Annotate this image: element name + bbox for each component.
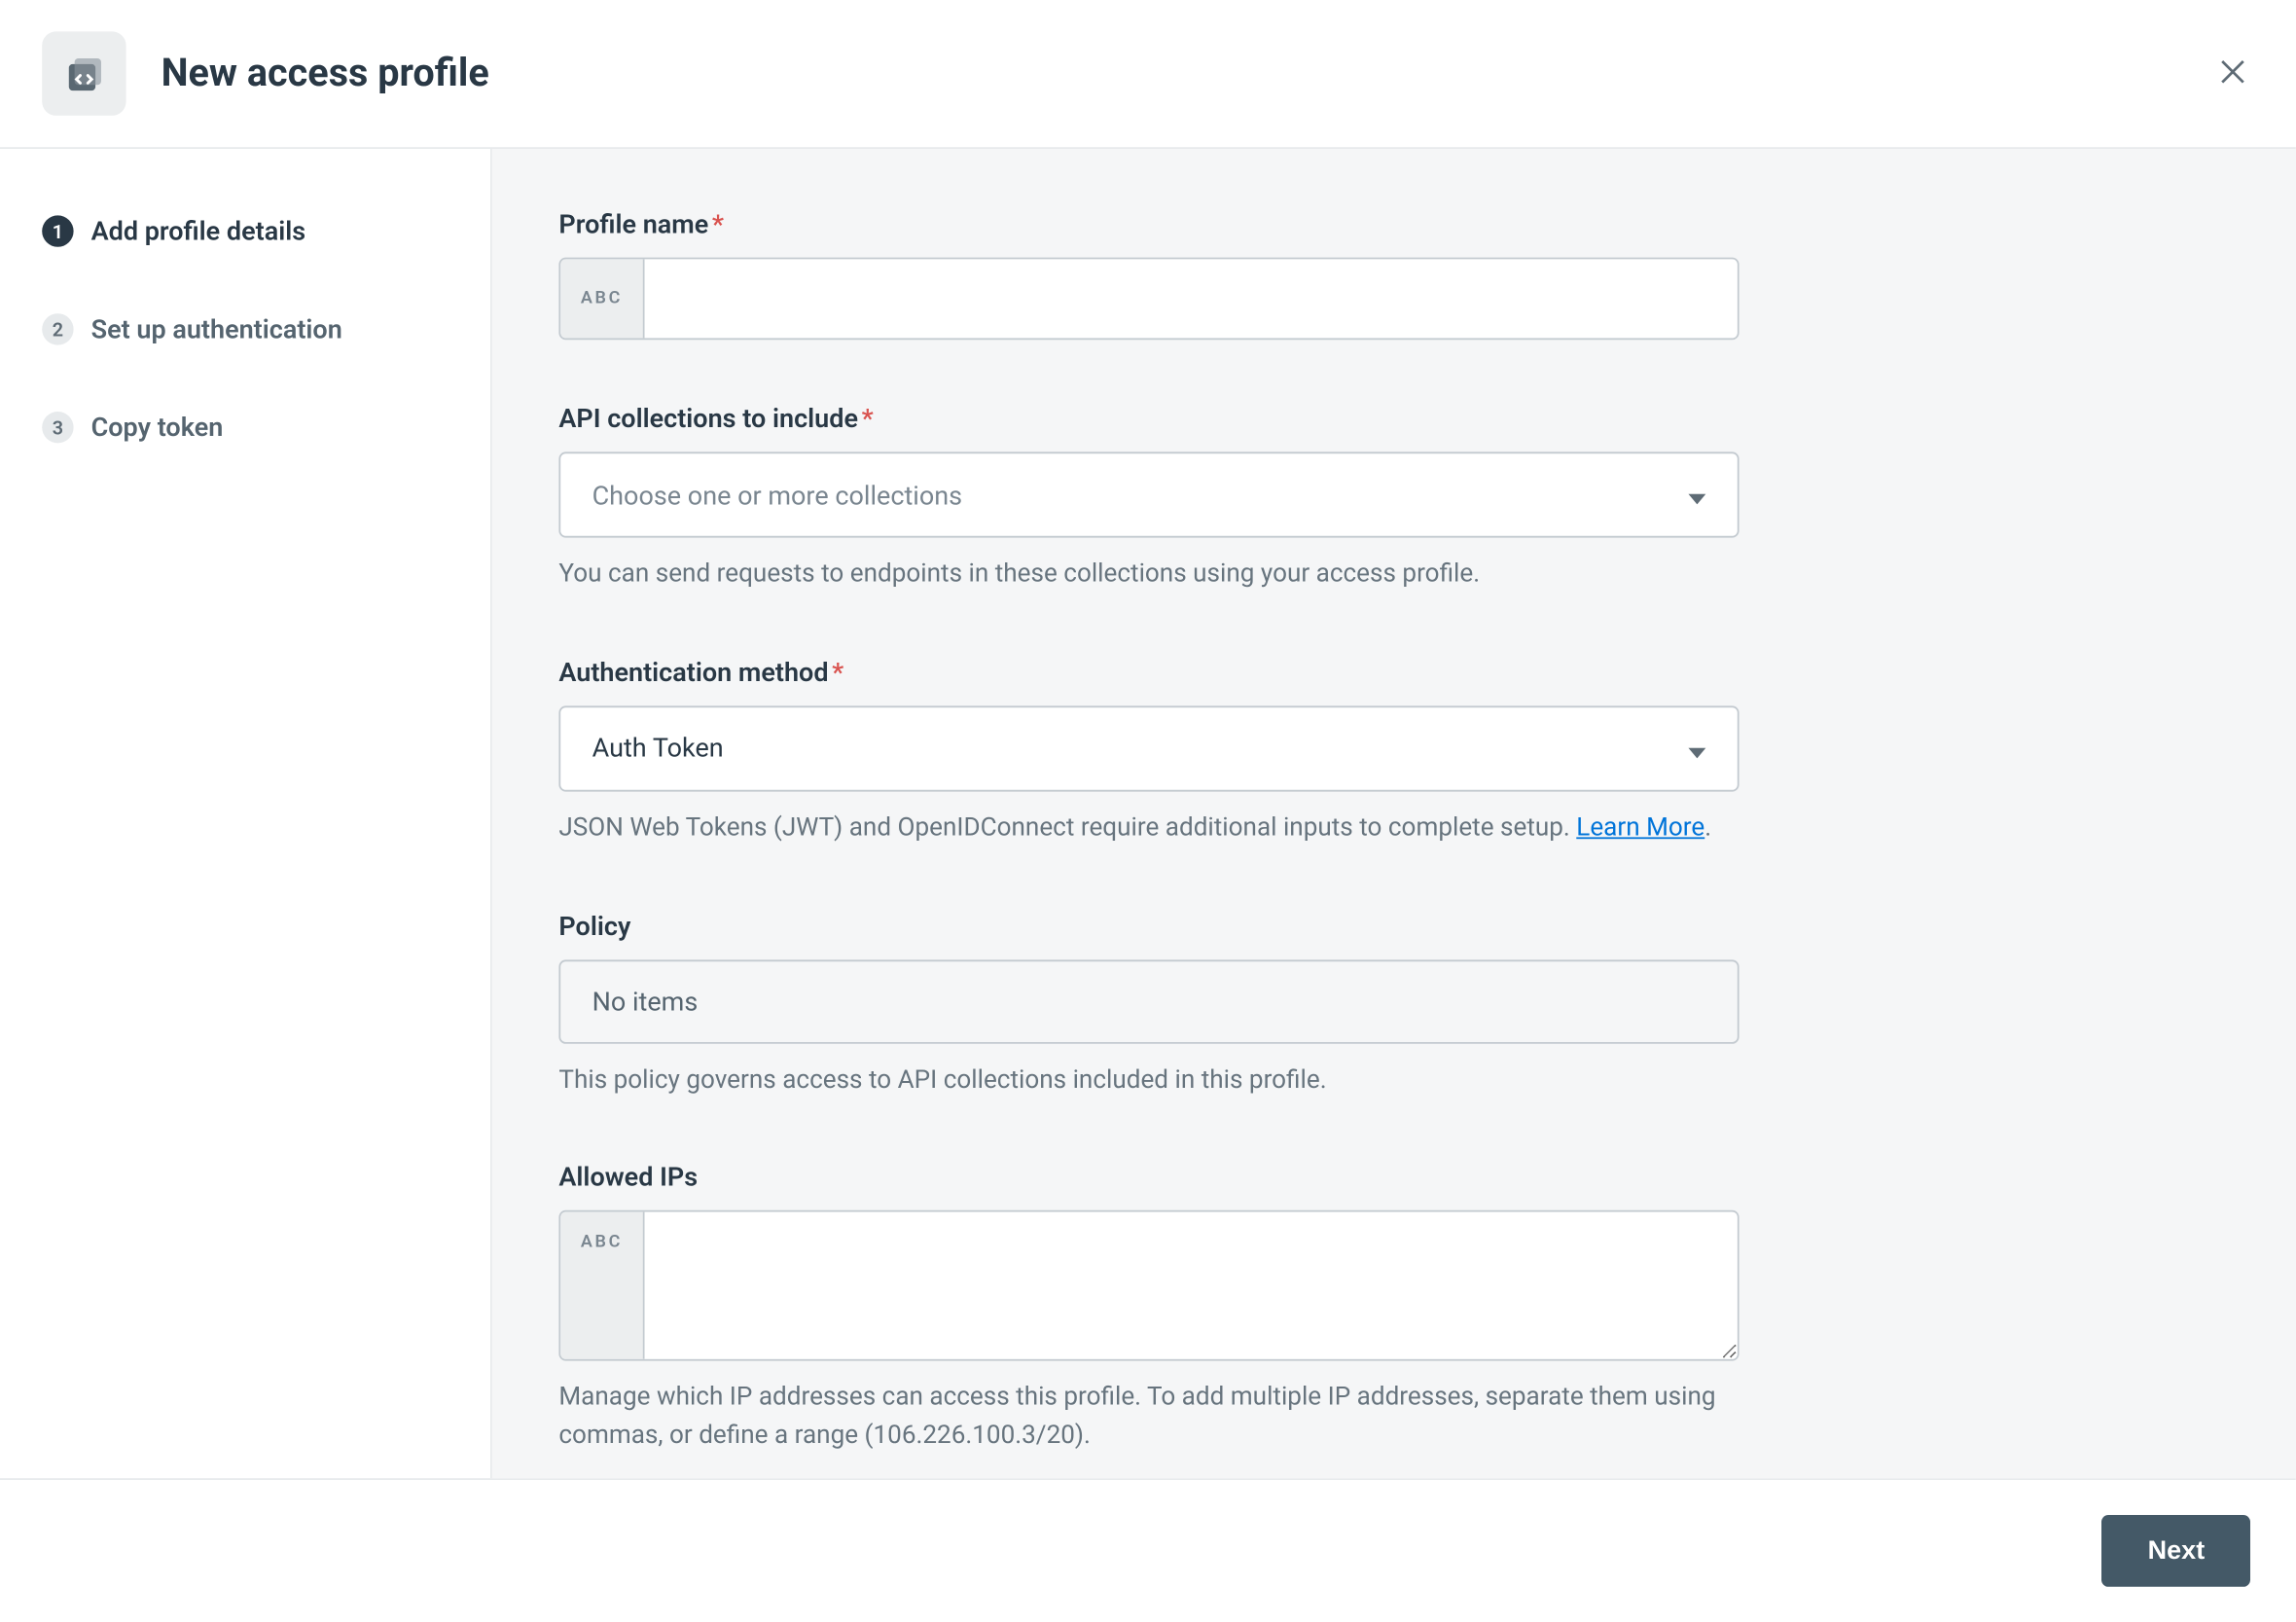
chevron-down-icon [1688,732,1705,765]
allowed-ips-input[interactable] [644,1212,1737,1359]
step-badge: 2 [42,313,73,344]
policy-label: Policy [558,910,1739,941]
step-label: Add profile details [91,215,306,246]
access-profile-icon [42,31,126,115]
required-marker: * [861,403,873,434]
wizard-step-2[interactable]: 2 Set up authentication [42,296,448,362]
auth-method-help: JSON Web Tokens (JWT) and OpenIDConnect … [558,809,1739,847]
auth-method-label: Authentication method* [558,657,1739,688]
required-marker: * [712,208,724,239]
close-icon [2219,57,2247,86]
wizard-sidebar: 1 Add profile details 2 Set up authentic… [0,149,492,1478]
modal-footer: Next [0,1478,2296,1622]
profile-name-label: Profile name* [558,208,1739,239]
learn-more-link[interactable]: Learn More [1576,812,1704,843]
collections-label: API collections to include* [558,403,1739,434]
policy-value: No items [558,959,1739,1043]
step-label: Set up authentication [91,313,342,344]
profile-name-input[interactable] [644,259,1737,338]
text-type-prefix: ABC [560,259,644,338]
header-left: New access profile [42,31,489,115]
auth-method-value: Auth Token [592,733,723,764]
page-title: New access profile [161,52,489,95]
form-main: Profile name* ABC API collections to inc… [492,149,2296,1478]
profile-name-group: Profile name* ABC [558,208,1739,340]
profile-name-input-wrap: ABC [558,258,1739,341]
step-badge: 3 [42,412,73,443]
step-label: Copy token [91,412,224,443]
close-button[interactable] [2211,50,2253,97]
chevron-down-icon [1688,478,1705,511]
collections-help: You can send requests to endpoints in th… [558,556,1739,594]
allowed-ips-group: Allowed IPs ABC Manage which IP addresse… [558,1162,1739,1456]
step-badge: 1 [42,215,73,246]
auth-method-group: Authentication method* Auth Token JSON W… [558,657,1739,847]
modal-header: New access profile [0,0,2296,149]
wizard-step-3[interactable]: 3 Copy token [42,394,448,460]
policy-group: Policy No items This policy governs acce… [558,910,1739,1099]
collections-select[interactable]: Choose one or more collections [558,451,1739,537]
next-button[interactable]: Next [2102,1515,2250,1587]
text-type-prefix: ABC [560,1212,644,1359]
allowed-ips-help: Manage which IP addresses can access thi… [558,1379,1739,1455]
collections-group: API collections to include* Choose one o… [558,403,1739,594]
allowed-ips-input-wrap: ABC [558,1210,1739,1361]
collections-placeholder: Choose one or more collections [592,479,962,510]
modal-body: 1 Add profile details 2 Set up authentic… [0,149,2296,1478]
wizard-step-1[interactable]: 1 Add profile details [42,198,448,264]
required-marker: * [832,657,843,688]
policy-help: This policy governs access to API collec… [558,1061,1739,1099]
allowed-ips-label: Allowed IPs [558,1162,1739,1193]
auth-method-select[interactable]: Auth Token [558,705,1739,791]
